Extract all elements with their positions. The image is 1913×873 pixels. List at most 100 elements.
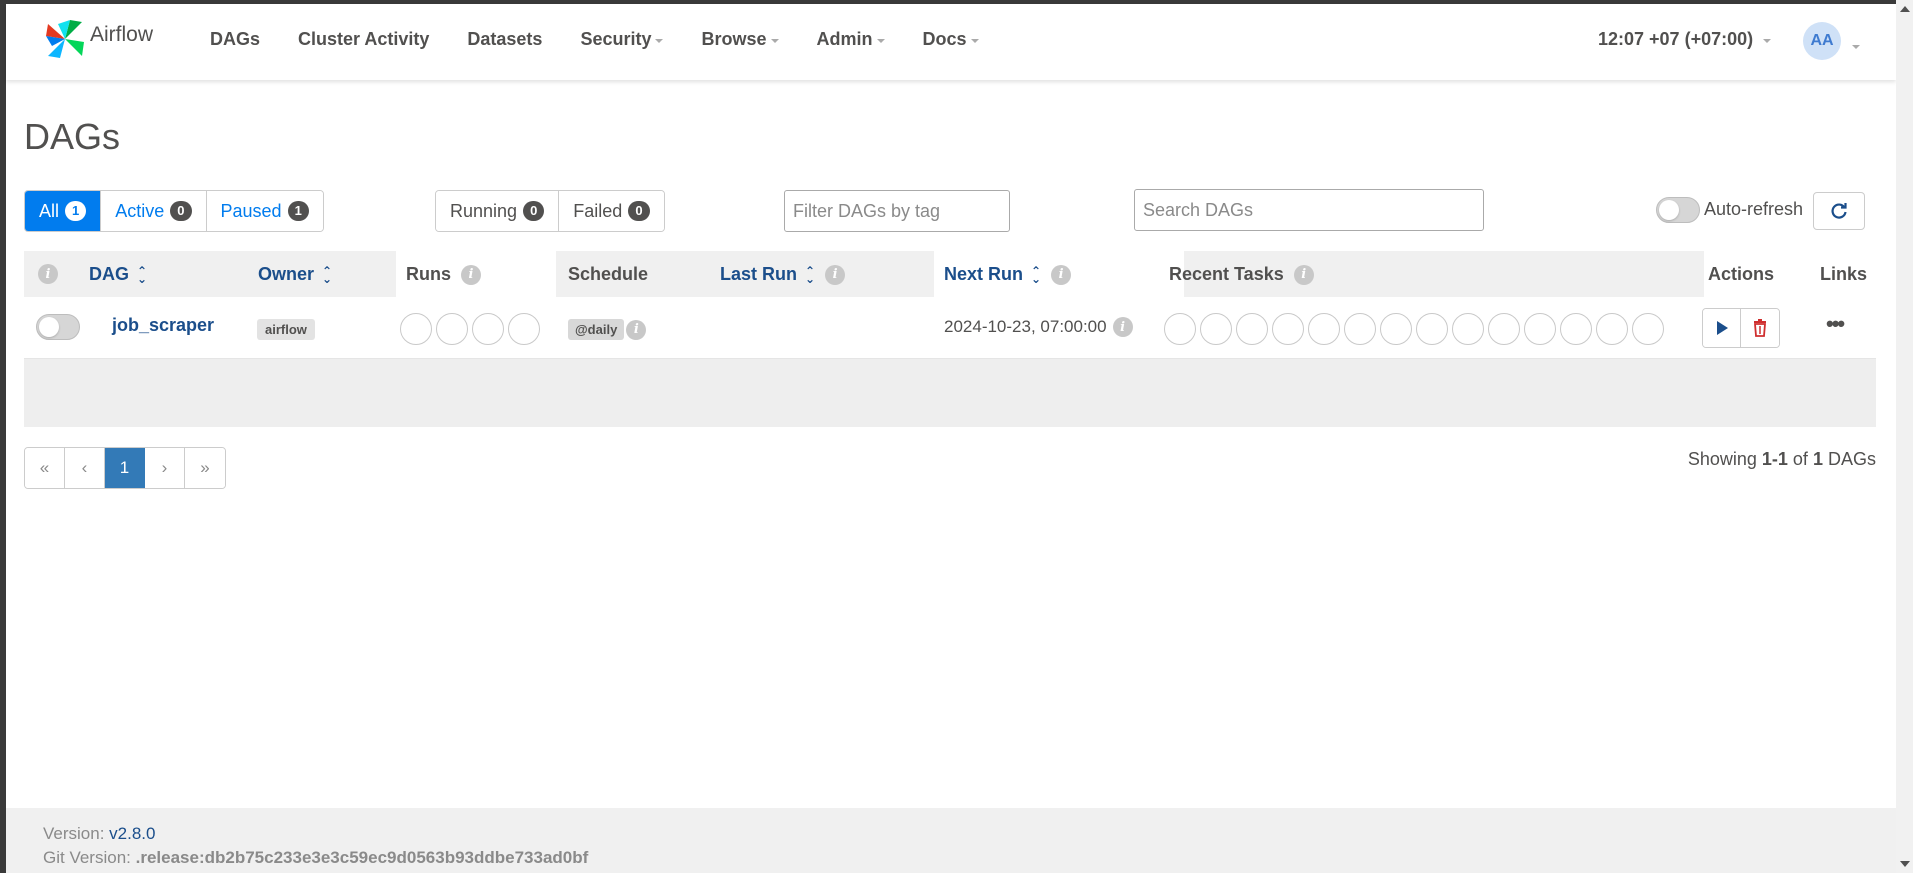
filter-all-button[interactable]: All 1 bbox=[25, 191, 102, 231]
col-schedule: Schedule bbox=[568, 264, 648, 285]
timezone-label: 12:07 +07 (+07:00) bbox=[1598, 29, 1754, 49]
page-current-button[interactable]: 1 bbox=[105, 448, 145, 488]
filter-paused-button[interactable]: Paused 1 bbox=[206, 191, 323, 231]
info-icon[interactable]: i bbox=[461, 264, 481, 285]
auto-refresh-toggle[interactable] bbox=[1656, 197, 1700, 223]
owner-badge[interactable]: airflow bbox=[257, 319, 315, 340]
filter-all-label: All bbox=[39, 200, 60, 221]
col-actions: Actions bbox=[1708, 264, 1774, 285]
scroll-down-icon[interactable] bbox=[1900, 861, 1910, 867]
nav-docs-label: Docs bbox=[922, 29, 967, 49]
refresh-button[interactable] bbox=[1813, 192, 1865, 230]
col-links-label: Links bbox=[1820, 264, 1868, 284]
task-state-circle[interactable] bbox=[1164, 313, 1196, 345]
showing-count: Showing 1-1 of 1 DAGs bbox=[1688, 449, 1876, 470]
chevron-down-icon bbox=[655, 39, 664, 43]
run-state-circle[interactable] bbox=[508, 313, 540, 345]
navbar: Airflow DAGs Cluster Activity Datasets S… bbox=[6, 4, 1896, 80]
page-first-button[interactable]: « bbox=[25, 448, 65, 488]
page-scrollbar[interactable] bbox=[1896, 0, 1913, 873]
nav-browse[interactable]: Browse bbox=[701, 29, 779, 50]
nav-docs[interactable]: Docs bbox=[923, 29, 979, 50]
task-state-circle[interactable] bbox=[1236, 313, 1268, 345]
git-version-value: .release:db2b75c233e3e3c59ec9d0563b93ddb… bbox=[135, 848, 589, 867]
showing-suffix: DAGs bbox=[1827, 449, 1876, 469]
info-icon[interactable]: i bbox=[1051, 264, 1072, 285]
nav-cluster-activity[interactable]: Cluster Activity bbox=[298, 29, 429, 50]
task-state-circle[interactable] bbox=[1560, 313, 1592, 345]
info-icon[interactable]: i bbox=[1112, 317, 1133, 337]
filter-failed-label: Failed bbox=[573, 200, 623, 221]
col-last-run[interactable]: Last Run ⌃ ⌄ i bbox=[720, 263, 846, 286]
col-owner-label: Owner bbox=[258, 264, 315, 284]
col-runs: Runs i bbox=[406, 264, 481, 285]
task-state-circle[interactable] bbox=[1344, 313, 1376, 345]
nav-datasets-label: Datasets bbox=[467, 29, 543, 49]
next-run-value: 2024-10-23, 07:00:00 bbox=[944, 317, 1107, 336]
version-label: Version: bbox=[43, 824, 105, 843]
nav-datasets[interactable]: Datasets bbox=[467, 29, 542, 50]
task-state-circle[interactable] bbox=[1308, 313, 1340, 345]
filter-active-button[interactable]: Active 0 bbox=[101, 191, 207, 231]
search-dags-input[interactable] bbox=[1134, 189, 1484, 231]
col-dag[interactable]: DAG ⌃ ⌄ bbox=[89, 264, 147, 285]
pause-toggle[interactable] bbox=[36, 314, 80, 340]
version-link[interactable]: v2.8.0 bbox=[109, 824, 155, 843]
timezone-dropdown[interactable]: 12:07 +07 (+07:00) bbox=[1598, 29, 1772, 50]
page-prev-button[interactable]: ‹ bbox=[65, 448, 105, 488]
page-next-button[interactable]: › bbox=[145, 448, 185, 488]
sort-icon: ⌃ ⌄ bbox=[805, 263, 816, 286]
nav-security[interactable]: Security bbox=[580, 29, 664, 50]
sort-icon: ⌃ ⌄ bbox=[322, 263, 333, 286]
chevron-down-icon bbox=[1763, 39, 1772, 43]
table-empty-area bbox=[24, 359, 1876, 427]
logo-text: Airflow bbox=[90, 23, 154, 46]
trigger-dag-button[interactable] bbox=[1703, 309, 1741, 347]
task-state-circle[interactable] bbox=[1632, 313, 1664, 345]
filter-failed-button[interactable]: Failed 0 bbox=[559, 191, 664, 231]
git-version-label: Git Version: bbox=[43, 848, 131, 867]
chevron-down-icon[interactable] bbox=[1852, 45, 1860, 49]
info-icon[interactable]: i bbox=[1293, 264, 1314, 285]
pinwheel-icon bbox=[46, 20, 84, 58]
task-state-circle[interactable] bbox=[1272, 313, 1304, 345]
task-state-circle[interactable] bbox=[1380, 313, 1412, 345]
table-row: job_scraper airflow @daily i 2024-10-23,… bbox=[24, 297, 1876, 359]
airflow-logo[interactable]: Airflow bbox=[42, 16, 153, 62]
nav-cluster-activity-label: Cluster Activity bbox=[298, 29, 430, 49]
filter-running-button[interactable]: Running 0 bbox=[436, 191, 560, 231]
col-next-run[interactable]: Next Run ⌃ ⌄ i bbox=[944, 264, 1072, 285]
nav-admin[interactable]: Admin bbox=[817, 29, 885, 50]
col-recent-tasks-label: Recent Tasks bbox=[1169, 264, 1284, 284]
task-state-circle[interactable] bbox=[1524, 313, 1556, 345]
info-icon[interactable]: i bbox=[825, 264, 846, 285]
run-state-circle[interactable] bbox=[472, 313, 504, 345]
task-state-circle[interactable] bbox=[1596, 313, 1628, 345]
filter-running-count: 0 bbox=[523, 201, 545, 221]
dag-id-link[interactable]: job_scraper bbox=[112, 315, 214, 336]
task-state-circle[interactable] bbox=[1452, 313, 1484, 345]
nav-admin-label: Admin bbox=[816, 29, 873, 49]
delete-dag-button[interactable] bbox=[1741, 309, 1779, 347]
task-state-circle[interactable] bbox=[1416, 313, 1448, 345]
task-state-circle[interactable] bbox=[1488, 313, 1520, 345]
run-state-circle[interactable] bbox=[400, 313, 432, 345]
showing-total: 1 bbox=[1812, 449, 1823, 469]
col-owner[interactable]: Owner ⌃ ⌄ bbox=[258, 264, 332, 285]
schedule-badge[interactable]: @daily bbox=[568, 319, 625, 340]
col-recent-tasks: Recent Tasks i bbox=[1169, 264, 1314, 285]
nav-dags-label: DAGs bbox=[210, 29, 261, 49]
nav-security-label: Security bbox=[580, 29, 652, 49]
auto-refresh-label: Auto-refresh bbox=[1704, 199, 1804, 219]
tag-filter-input[interactable] bbox=[784, 190, 1010, 232]
run-state-circle[interactable] bbox=[436, 313, 468, 345]
user-avatar[interactable]: AA bbox=[1803, 22, 1841, 60]
scroll-up-icon[interactable] bbox=[1900, 6, 1910, 12]
more-links-icon[interactable]: ••• bbox=[1826, 311, 1845, 337]
col-runs-label: Runs bbox=[406, 264, 451, 284]
info-icon[interactable]: i bbox=[626, 319, 647, 340]
nav-dags[interactable]: DAGs bbox=[210, 29, 260, 50]
page-last-button[interactable]: » bbox=[185, 448, 225, 488]
task-state-circle[interactable] bbox=[1200, 313, 1232, 345]
info-icon[interactable]: i bbox=[38, 264, 58, 284]
